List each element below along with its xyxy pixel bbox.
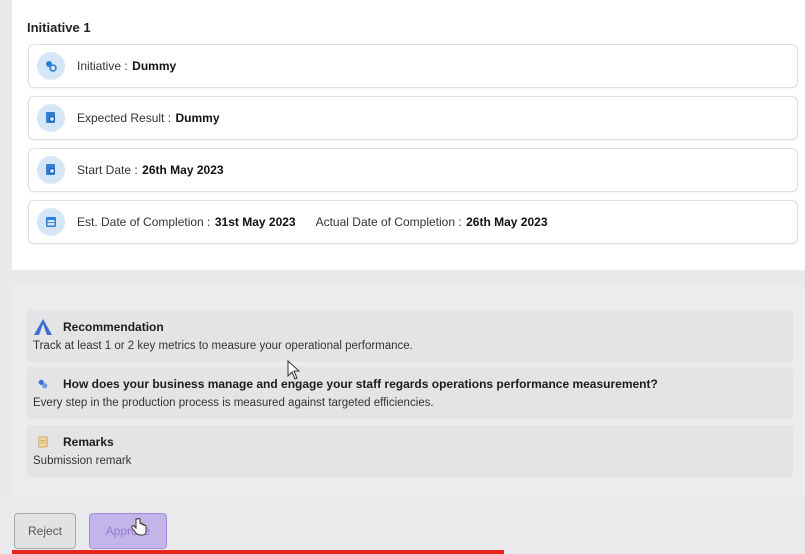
completion-dates-card: Est. Date of Completion : 31st May 2023 … bbox=[28, 200, 798, 244]
document-search-icon bbox=[37, 156, 65, 184]
actual-completion-label: Actual Date of Completion : bbox=[315, 215, 462, 229]
initiative-label: Initiative : bbox=[77, 59, 128, 73]
section-title: Initiative 1 bbox=[27, 20, 91, 35]
expected-result-value: Dummy bbox=[175, 111, 220, 125]
est-completion-value: 31st May 2023 bbox=[214, 215, 296, 229]
start-date-card: Start Date : 26th May 2023 bbox=[28, 148, 798, 192]
puzzle-icon bbox=[33, 375, 53, 393]
est-completion-label: Est. Date of Completion : bbox=[77, 215, 211, 229]
remarks-box: Remarks Submission remark bbox=[27, 425, 793, 477]
start-date-label: Start Date : bbox=[77, 163, 138, 177]
video-progress-bar[interactable] bbox=[12, 550, 504, 554]
approve-button[interactable]: Approve bbox=[89, 513, 167, 549]
recommendation-text: Track at least 1 or 2 key metrics to mea… bbox=[33, 340, 413, 352]
question-title: How does your business manage and engage… bbox=[63, 377, 658, 391]
action-footer: Reject Approve bbox=[0, 497, 805, 554]
initiative-card: Initiative : Dummy bbox=[28, 44, 798, 88]
question-box: How does your business manage and engage… bbox=[27, 367, 793, 419]
hand-pointer-icon bbox=[131, 518, 147, 536]
recommendation-title: Recommendation bbox=[63, 320, 164, 334]
actual-completion-value: 26th May 2023 bbox=[466, 215, 548, 229]
triangle-logo-icon bbox=[33, 318, 53, 336]
expected-result-label: Expected Result : bbox=[77, 111, 172, 125]
expected-result-card: Expected Result : Dummy bbox=[28, 96, 798, 140]
calendar-icon bbox=[37, 208, 65, 236]
question-answer: Every step in the production process is … bbox=[33, 397, 434, 409]
start-date-value: 26th May 2023 bbox=[142, 163, 224, 177]
mouse-pointer-icon bbox=[287, 360, 301, 380]
recommendations-panel: Recommendation Track at least 1 or 2 key… bbox=[12, 285, 805, 495]
reject-button[interactable]: Reject bbox=[14, 513, 76, 549]
initiative-panel: Initiative 1 Initiative : Dummy Expected… bbox=[12, 0, 805, 270]
recommendation-box: Recommendation Track at least 1 or 2 key… bbox=[27, 310, 793, 362]
remarks-text: Submission remark bbox=[33, 455, 132, 467]
initiative-icon bbox=[37, 52, 65, 80]
document-search-icon bbox=[37, 104, 65, 132]
note-icon bbox=[33, 433, 53, 451]
remarks-title: Remarks bbox=[63, 435, 114, 449]
initiative-value: Dummy bbox=[132, 59, 177, 73]
